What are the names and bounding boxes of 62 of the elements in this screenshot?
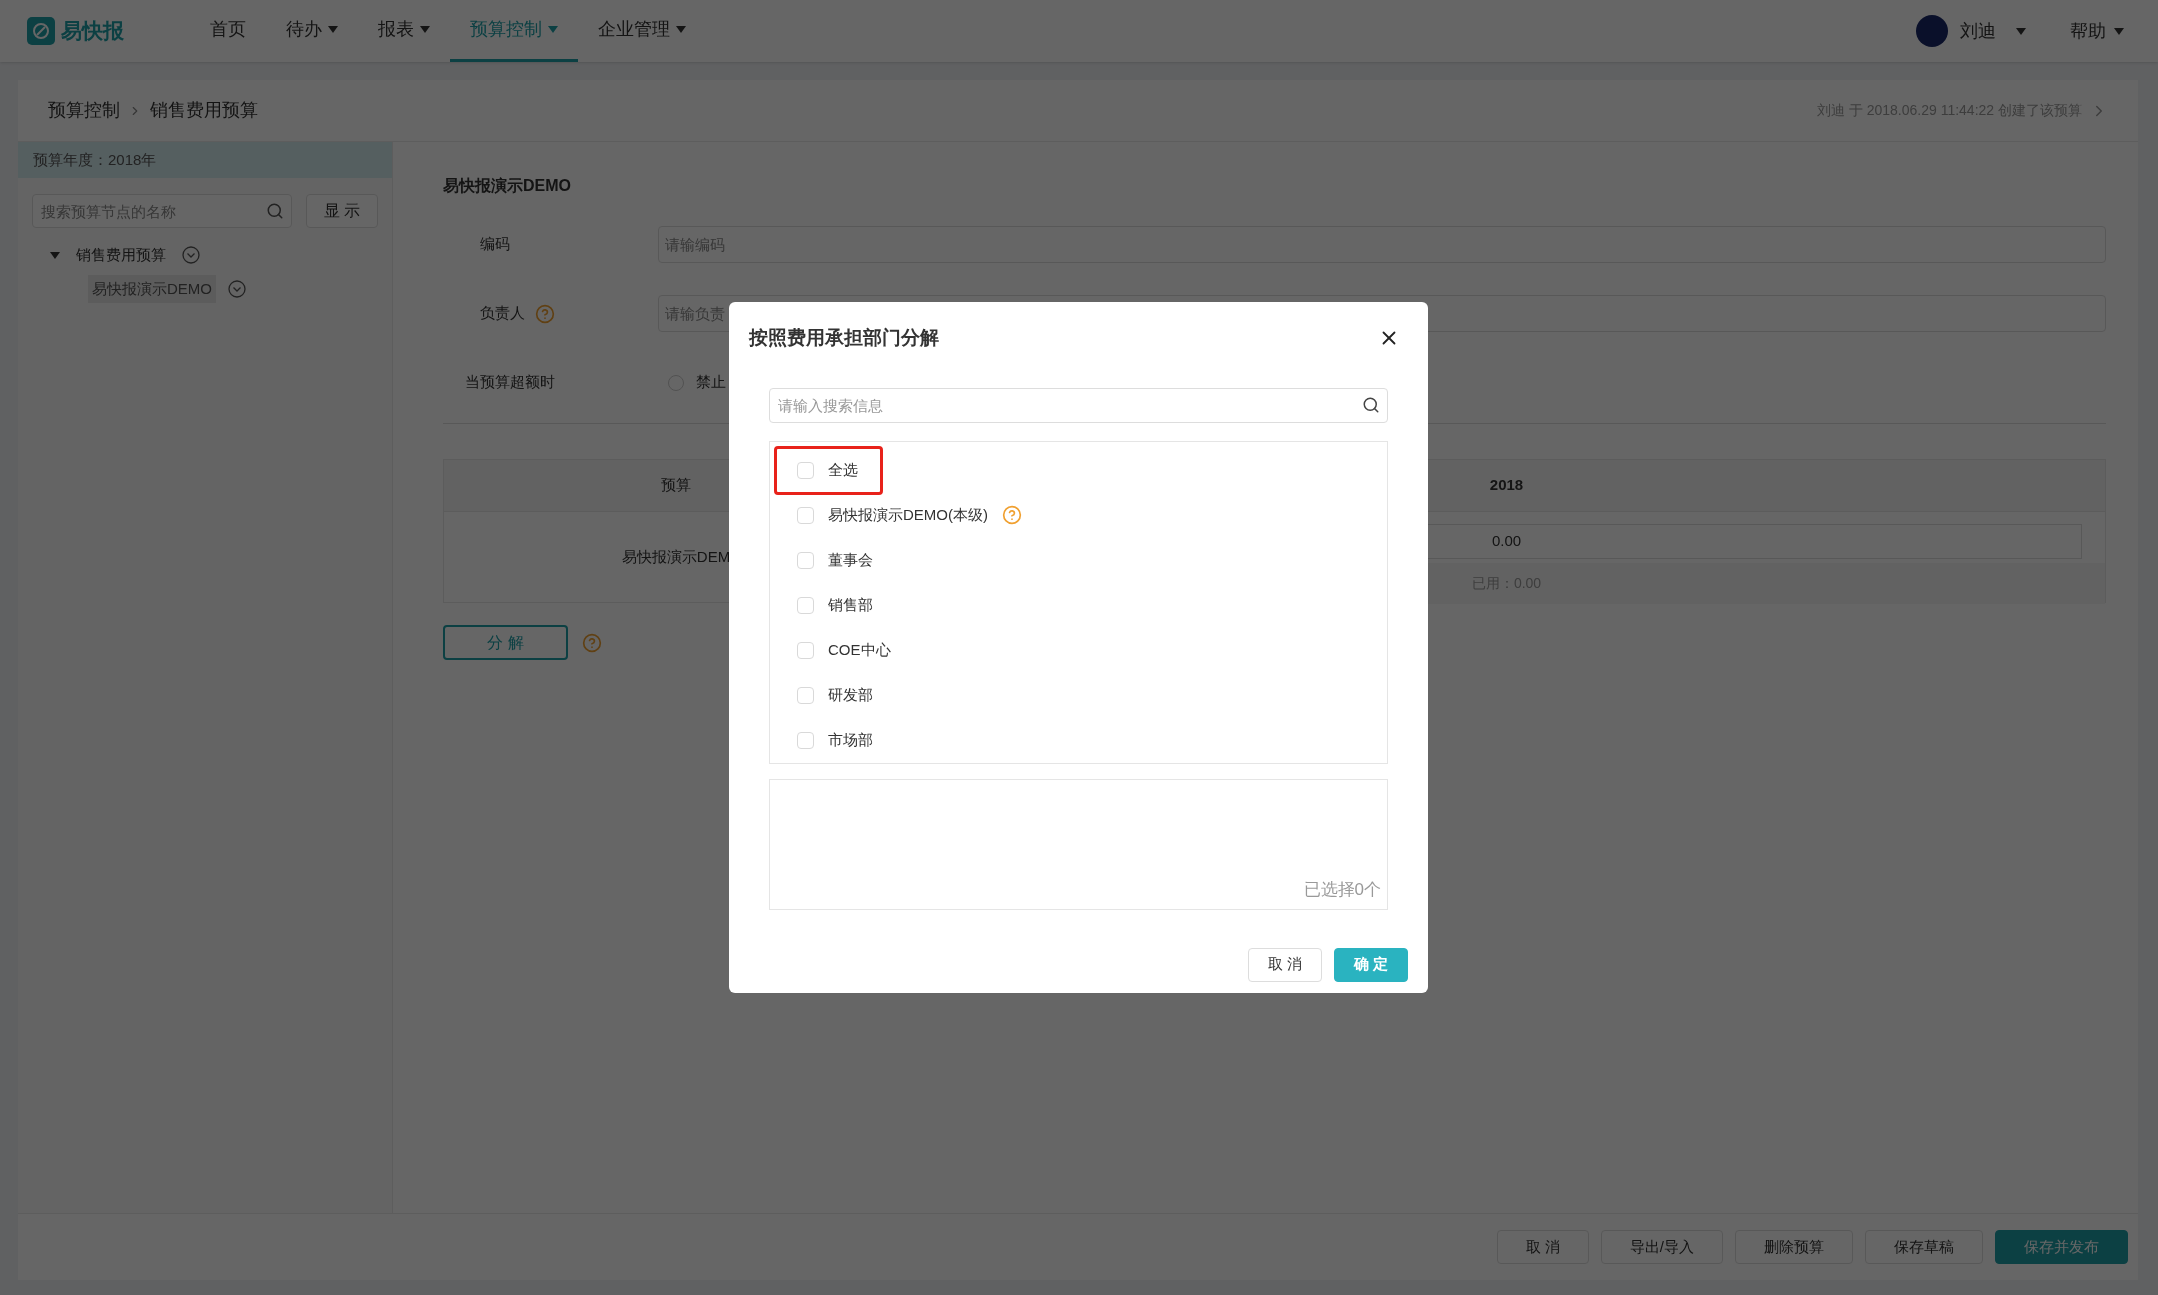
logo-icon <box>27 17 55 45</box>
radio-label: 禁止 <box>696 372 726 393</box>
avatar[interactable] <box>1916 15 1948 47</box>
footer-button[interactable]: 取 消 <box>1496 1230 1589 1264</box>
breadcrumb-current: 销售费用预算 <box>150 99 258 122</box>
caret-icon <box>2114 27 2124 35</box>
help-icon[interactable] <box>1002 505 1022 525</box>
checkbox[interactable] <box>797 641 814 659</box>
column-header: 预算 <box>660 475 692 496</box>
footer-button[interactable]: 删除预算 <box>1735 1230 1853 1264</box>
breadcrumb-link[interactable]: 预算控制 <box>48 97 120 124</box>
search-icon[interactable] <box>1362 395 1380 414</box>
option-label: 全选 <box>828 459 858 480</box>
footer-button[interactable]: 保存草稿 <box>1865 1230 1983 1264</box>
chevron-circle-icon[interactable] <box>228 280 246 298</box>
nav-tab[interactable]: 企业管理 <box>578 0 706 62</box>
nav-tab[interactable]: 待办 <box>266 0 358 62</box>
help-menu[interactable]: 帮助 <box>2070 17 2124 45</box>
caret-icon <box>2016 27 2026 35</box>
section-title: 易快报演示DEMO <box>443 176 572 196</box>
caret-icon <box>676 26 686 33</box>
field-label: 编码 <box>480 234 510 255</box>
column-header: 2018 <box>1488 475 1525 496</box>
nav-tab[interactable]: 预算控制 <box>450 0 578 62</box>
checkbox[interactable] <box>797 551 814 569</box>
help-icon[interactable] <box>582 632 602 653</box>
show-button[interactable]: 显 示 <box>306 194 378 228</box>
checkbox[interactable] <box>797 461 814 479</box>
checkbox[interactable] <box>797 686 814 704</box>
field-label: 负责人 <box>480 303 525 324</box>
confirm-button[interactable]: 确 定 <box>1334 947 1408 982</box>
caret-icon <box>548 26 558 33</box>
selected-count: 已选择0个 <box>1303 879 1381 901</box>
chevron-circle-icon[interactable] <box>182 246 200 264</box>
dialog-search-field[interactable]: 请输入搜索信息 <box>769 387 1388 423</box>
tree-item[interactable]: 易快报演示DEMO <box>88 275 216 303</box>
caret-icon <box>328 26 338 33</box>
nav-tab[interactable]: 报表 <box>358 0 450 62</box>
footer-button[interactable]: 保存并发布 <box>1995 1230 2128 1264</box>
caret-icon <box>50 251 60 259</box>
tree-item[interactable]: 销售费用预算 <box>72 241 170 269</box>
option-label: 董事会 <box>828 549 873 570</box>
help-icon[interactable] <box>535 303 555 324</box>
option-label: 市场部 <box>828 729 873 750</box>
nav-tab[interactable]: 首页 <box>190 0 266 62</box>
logo-text: 易快报 <box>61 18 124 45</box>
footer-button[interactable]: 导出/导入 <box>1600 1230 1723 1264</box>
cancel-button[interactable]: 取 消 <box>1248 947 1322 982</box>
table-cell-text: 易快报演示DEM <box>621 546 731 567</box>
field-label: 当预算超额时 <box>465 372 555 393</box>
year-header: 预算年度：2018年 <box>18 142 392 178</box>
user-menu[interactable]: 刘迪 <box>1960 17 2026 45</box>
checkbox[interactable] <box>797 731 814 749</box>
option-label: COE中心 <box>828 639 891 660</box>
caret-icon <box>420 26 430 33</box>
checkbox[interactable] <box>797 506 814 524</box>
highlighted-option[interactable]: 全选 <box>774 445 883 495</box>
checkbox[interactable] <box>797 596 814 614</box>
option-label: 销售部 <box>828 594 873 615</box>
option-label: 易快报演示DEMO(本级) <box>828 504 988 525</box>
option-label: 研发部 <box>828 684 873 705</box>
split-button[interactable]: 分 解 <box>443 625 568 660</box>
